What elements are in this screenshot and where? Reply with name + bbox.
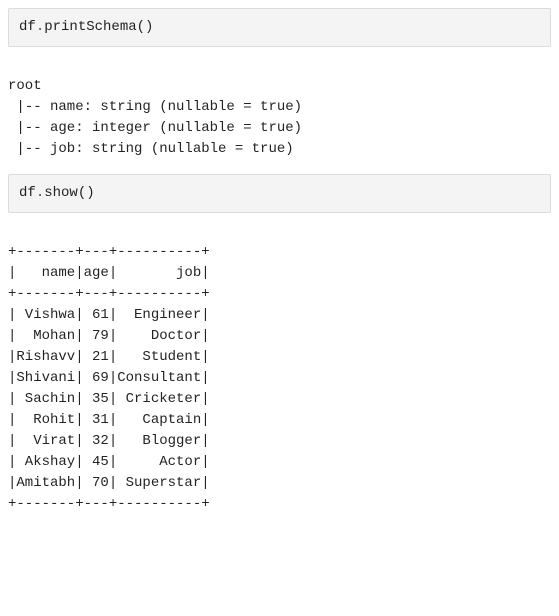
code-token-method: show xyxy=(44,185,78,201)
table-row: |Amitabh| 70| Superstar| xyxy=(8,475,210,491)
output-schema: root |-- name: string (nullable = true) … xyxy=(8,53,551,174)
schema-line: |-- job: string (nullable = true) xyxy=(8,141,294,157)
schema-line: |-- age: integer (nullable = true) xyxy=(8,120,302,136)
table-border: +-------+---+----------+ xyxy=(8,286,210,302)
table-border: +-------+---+----------+ xyxy=(8,244,210,260)
code-cell-show[interactable]: df.show() xyxy=(8,174,551,213)
table-row: | Mohan| 79| Doctor| xyxy=(8,328,210,344)
code-token-method: printSchema xyxy=(44,19,136,35)
table-row: | Vishwa| 61| Engineer| xyxy=(8,307,210,323)
code-token-obj: df xyxy=(19,185,36,201)
table-row: | Virat| 32| Blogger| xyxy=(8,433,210,449)
code-token-dot: . xyxy=(36,185,44,201)
table-row: | Rohit| 31| Captain| xyxy=(8,412,210,428)
table-row: |Rishavv| 21| Student| xyxy=(8,349,210,365)
table-row: | Akshay| 45| Actor| xyxy=(8,454,210,470)
code-token-obj: df xyxy=(19,19,36,35)
code-cell-printschema[interactable]: df.printSchema() xyxy=(8,8,551,47)
table-header: | name|age| job| xyxy=(8,265,210,281)
output-table: +-------+---+----------+ | name|age| job… xyxy=(8,219,551,529)
code-token-parens: () xyxy=(78,185,95,201)
table-row: |Shivani| 69|Consultant| xyxy=(8,370,210,386)
table-row: | Sachin| 35| Cricketer| xyxy=(8,391,210,407)
table-border: +-------+---+----------+ xyxy=(8,496,210,512)
schema-line: root xyxy=(8,78,42,94)
schema-line: |-- name: string (nullable = true) xyxy=(8,99,302,115)
code-token-dot: . xyxy=(36,19,44,35)
code-token-parens: () xyxy=(137,19,154,35)
